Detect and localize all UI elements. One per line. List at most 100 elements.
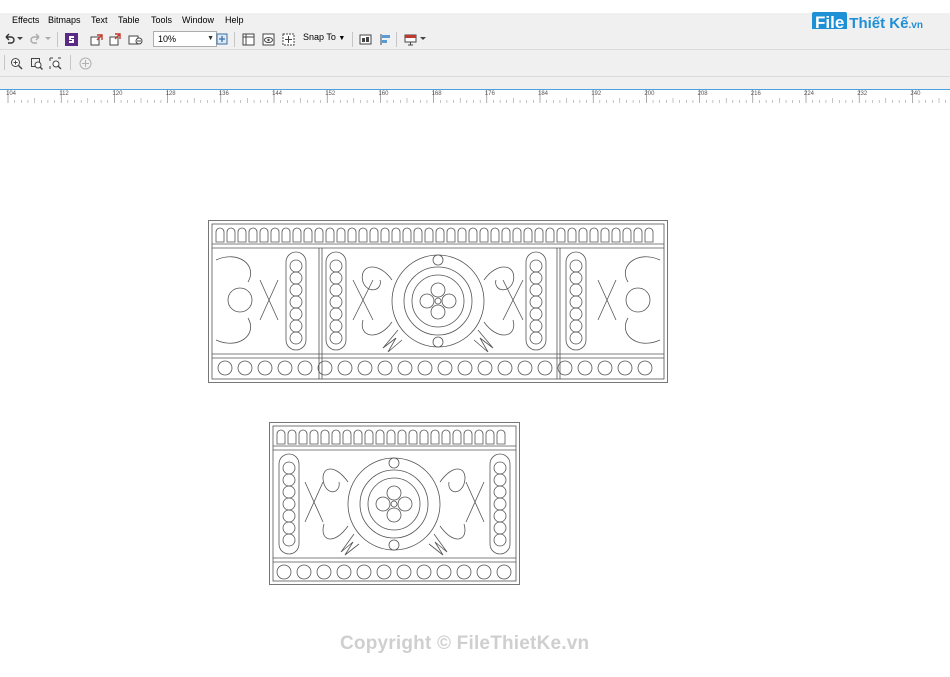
arch-cutout: [501, 227, 511, 243]
chain-ring: [282, 509, 296, 523]
arch-cutout: [622, 227, 632, 243]
docker-strip: [0, 76, 950, 90]
arch-cutout: [287, 429, 297, 445]
menu-effects[interactable]: Effects: [12, 15, 39, 25]
chain-ring: [569, 331, 583, 345]
arch-cutout: [490, 227, 500, 243]
decorative-panel-small[interactable]: [269, 422, 520, 585]
arch-cutout: [600, 227, 610, 243]
arch-cutout: [479, 227, 489, 243]
redo-dropdown-icon[interactable]: [44, 31, 52, 47]
arch-cutout: [364, 429, 374, 445]
chain-ring: [282, 461, 296, 475]
arch-cutout: [303, 227, 313, 243]
arch-cutout: [325, 227, 335, 243]
chain-ring: [529, 271, 543, 285]
arch-cutout: [336, 227, 346, 243]
chain-ring: [493, 533, 507, 547]
ruler-label: 144: [272, 91, 283, 97]
arch-cutout: [259, 227, 269, 243]
show-rulers-icon[interactable]: [240, 31, 256, 47]
property-bar: [0, 50, 950, 76]
decorative-panel-large[interactable]: [208, 220, 668, 383]
ruler-label: 168: [431, 91, 442, 97]
full-screen-icon[interactable]: [215, 31, 229, 47]
chain-ring: [529, 331, 543, 345]
undo-dropdown-icon[interactable]: [16, 31, 24, 47]
chain-ring: [282, 485, 296, 499]
chain-ring: [569, 295, 583, 309]
arch-cutout: [380, 227, 390, 243]
chain-ring: [569, 307, 583, 321]
chain-ring: [529, 283, 543, 297]
arch-cutout: [589, 227, 599, 243]
snap-icon[interactable]: [280, 31, 296, 47]
toolbar-separator: [234, 32, 235, 47]
arch-cutout: [578, 227, 588, 243]
toolbar-separator: [57, 32, 58, 47]
export-icon[interactable]: [108, 31, 124, 47]
arch-cutout: [523, 227, 533, 243]
arch-cutout: [485, 429, 495, 445]
ruler-label: 112: [59, 91, 69, 97]
arch-cutout: [369, 227, 379, 243]
arch-cutout: [320, 429, 330, 445]
menu-text[interactable]: Text: [91, 15, 108, 25]
launch-icon[interactable]: [402, 31, 418, 47]
import-icon[interactable]: [89, 31, 105, 47]
toolbar-separator: [70, 55, 71, 70]
circle-cutout: [597, 360, 613, 376]
circle-cutout: [296, 564, 312, 580]
ruler-label: 152: [325, 91, 336, 97]
zoom-page-icon[interactable]: [28, 55, 44, 71]
circle-cutout: [517, 360, 533, 376]
circle-cutout: [397, 360, 413, 376]
menu-help[interactable]: Help: [225, 15, 244, 25]
ruler-label: 160: [378, 91, 389, 97]
add-icon[interactable]: [77, 55, 93, 71]
align-icon[interactable]: [377, 31, 393, 47]
chain-ring: [289, 259, 303, 273]
publish-icon[interactable]: [127, 31, 143, 47]
circle-cutout: [376, 564, 392, 580]
redo-icon[interactable]: [29, 31, 43, 47]
arch-cutout: [292, 227, 302, 243]
view-icon[interactable]: [260, 31, 276, 47]
menu-bitmaps[interactable]: Bitmaps: [48, 15, 81, 25]
arch-cutout: [457, 227, 467, 243]
zoom-in-icon[interactable]: [8, 55, 24, 71]
chain-ring: [493, 485, 507, 499]
ruler-label: 104: [6, 91, 17, 97]
ruler-label: 240: [910, 91, 921, 97]
chain-ring: [282, 521, 296, 535]
circle-cutout: [276, 564, 292, 580]
snap-to-label: Snap To: [303, 32, 336, 42]
horizontal-ruler[interactable]: 104 112 120 128 136 144 152 160 168 176 184 192 200 2…: [0, 89, 950, 105]
drawing-canvas[interactable]: [0, 104, 950, 677]
corel-app-icon[interactable]: [64, 31, 78, 47]
zoom-level-select[interactable]: 10% ▼: [153, 31, 217, 47]
arch-cutout: [441, 429, 451, 445]
options-icon[interactable]: [357, 31, 373, 47]
arch-cutout: [347, 227, 357, 243]
undo-icon[interactable]: [2, 31, 16, 47]
circle-cutout: [317, 360, 333, 376]
zoom-selection-icon[interactable]: [47, 55, 63, 71]
circle-cutout: [537, 360, 553, 376]
menu-table[interactable]: Table: [118, 15, 140, 25]
arch-cutout: [644, 227, 654, 243]
menu-window[interactable]: Window: [182, 15, 214, 25]
arch-cutout: [496, 429, 506, 445]
chain-ring: [529, 307, 543, 321]
snap-to-dropdown[interactable]: Snap To ▼: [303, 32, 345, 42]
arch-cutout: [358, 227, 368, 243]
circle-cutout: [577, 360, 593, 376]
circle-cutout: [457, 360, 473, 376]
launch-dropdown-icon[interactable]: [419, 31, 427, 47]
ruler-label: 176: [484, 91, 495, 97]
arch-cutout: [419, 429, 429, 445]
menu-tools[interactable]: Tools: [151, 15, 172, 25]
arch-cutout: [281, 227, 291, 243]
chain-ring: [493, 509, 507, 523]
toolbar-separator: [4, 55, 5, 70]
